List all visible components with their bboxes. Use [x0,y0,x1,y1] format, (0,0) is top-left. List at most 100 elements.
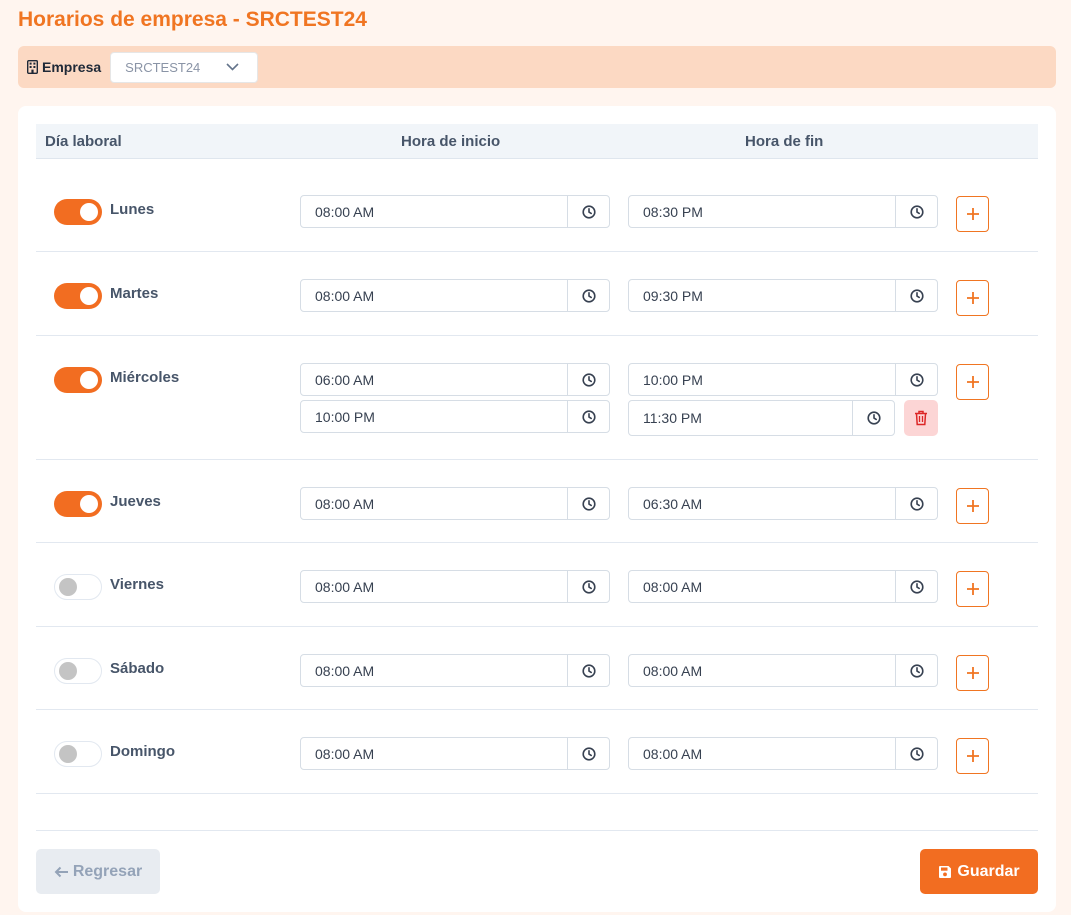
company-filter-label: Empresa [27,59,101,75]
plus-icon [966,583,979,595]
clock-icon [866,411,881,425]
start-time-field[interactable]: 10:00 PM [300,400,610,433]
clock-icon [581,372,596,387]
start-time-value: 08:00 AM [315,579,375,595]
plus-icon [966,500,979,512]
clock-icon [909,746,924,761]
start-time-picker[interactable] [567,280,609,311]
start-time-picker[interactable] [567,196,609,227]
end-time-field[interactable]: 11:30 PM [628,400,895,436]
clock-icon [581,496,596,511]
end-time-picker[interactable] [895,196,937,227]
company-filter-bar: Empresa SRCTEST24 [18,46,1056,88]
day-label: Sábado [110,660,165,677]
end-time-value: 08:00 AM [643,663,703,679]
add-slot-button[interactable] [956,364,989,400]
day-toggle[interactable] [54,574,102,600]
plus-icon [966,750,979,762]
start-time-field[interactable]: 08:00 AM [300,654,610,687]
schedule-row-4: Viernes 08:00 AM 08:00 AM [36,543,1038,627]
toggle-knob [59,662,77,680]
day-label: Jueves [110,493,161,510]
add-slot-button[interactable] [956,571,989,607]
day-label: Lunes [110,201,155,218]
end-time-picker[interactable] [852,401,894,435]
start-time-picker[interactable] [567,738,609,769]
start-time-field[interactable]: 08:00 AM [300,737,610,770]
day-toggle[interactable] [54,491,102,517]
toggle-knob [80,287,98,305]
start-time-picker[interactable] [567,655,609,686]
end-time-picker[interactable] [895,280,937,311]
end-time-picker[interactable] [895,655,937,686]
add-slot-button[interactable] [956,655,989,691]
header-end: Hora de fin [745,133,824,150]
save-button-label: Guardar [957,862,1020,880]
delete-slot-button[interactable] [904,400,938,436]
start-time-value: 08:00 AM [315,746,375,762]
clock-icon [909,204,924,219]
day-toggle[interactable] [54,741,102,767]
start-time-field[interactable]: 08:00 AM [300,570,610,603]
building-icon [27,60,38,74]
add-slot-button[interactable] [956,280,989,316]
end-time-picker[interactable] [895,571,937,602]
day-toggle[interactable] [54,199,102,225]
end-time-value: 10:00 PM [643,372,703,388]
save-button[interactable]: Guardar [920,849,1038,894]
back-button-label: Regresar [72,862,143,880]
add-slot-button[interactable] [956,738,989,774]
company-select[interactable]: SRCTEST24 [110,51,259,83]
add-slot-button[interactable] [956,488,989,524]
toggle-knob [80,495,98,513]
day-toggle[interactable] [54,658,102,684]
floppy-disk-icon [939,865,952,878]
end-time-picker[interactable] [895,738,937,769]
start-time-value: 10:00 PM [315,409,375,425]
end-time-field[interactable]: 10:00 PM [628,363,938,396]
start-time-value: 08:00 AM [315,288,375,304]
start-time-picker[interactable] [567,401,609,432]
toggle-knob [80,203,98,221]
start-time-picker[interactable] [567,364,609,395]
end-time-field[interactable]: 08:00 AM [628,654,938,687]
end-time-field[interactable]: 09:30 PM [628,279,938,312]
end-time-field[interactable]: 08:00 AM [628,570,938,603]
start-time-field[interactable]: 08:00 AM [300,279,610,312]
chevron-down-icon [226,63,239,71]
back-button[interactable]: Regresar [36,849,160,894]
day-label: Martes [110,285,159,302]
day-label: Viernes [110,576,164,593]
clock-icon [581,579,596,594]
start-time-field[interactable]: 06:00 AM [300,363,610,396]
end-time-picker[interactable] [895,364,937,395]
start-time-value: 08:00 AM [315,663,375,679]
clock-icon [909,579,924,594]
header-day: Día laboral [45,133,122,150]
end-time-field[interactable]: 06:30 AM [628,487,938,520]
end-time-value: 09:30 PM [643,288,703,304]
arrow-left-icon [54,866,68,877]
trash-icon [915,410,927,426]
day-toggle[interactable] [54,283,102,309]
clock-icon [909,372,924,387]
end-time-field[interactable]: 08:30 PM [628,195,938,228]
day-label: Miércoles [110,369,180,386]
schedule-row-6: Domingo 08:00 AM 08:00 AM [36,710,1038,794]
start-time-picker[interactable] [567,571,609,602]
end-time-field[interactable]: 08:00 AM [628,737,938,770]
end-time-picker[interactable] [895,488,937,519]
header-start: Hora de inicio [401,133,501,150]
start-time-picker[interactable] [567,488,609,519]
add-slot-button[interactable] [956,196,989,232]
company-select-value: SRCTEST24 [125,59,201,75]
start-time-field[interactable]: 08:00 AM [300,195,610,228]
plus-icon [966,376,979,388]
toggle-knob [59,745,77,763]
end-time-value: 06:30 AM [643,496,703,512]
start-time-field[interactable]: 08:00 AM [300,487,610,520]
plus-icon [966,208,979,220]
company-label-text: Empresa [42,59,102,75]
day-toggle[interactable] [54,367,102,393]
clock-icon [581,288,596,303]
